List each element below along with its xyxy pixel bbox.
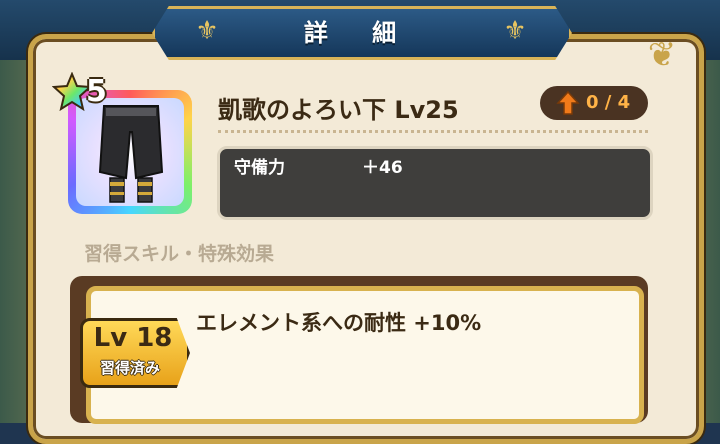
stat-value-defense: ＋46	[362, 158, 403, 178]
stat-label-defense: 守備力	[234, 158, 285, 178]
corner-ornament-icon: ❦	[647, 35, 677, 75]
item-name: 凱歌のよろい下 Lv25	[218, 96, 459, 124]
skill-effect-text: エレメント系への耐性 +10%	[196, 311, 482, 335]
upgrade-count-text: 0 / 4	[586, 92, 631, 113]
name-divider	[218, 130, 648, 133]
up-arrow-icon	[556, 90, 580, 115]
skill-level-text: Lv 18	[93, 323, 173, 353]
skill-status-text: 習得済み	[99, 359, 160, 377]
rarity-number: 5	[86, 74, 107, 109]
skills-section-label: 習得スキル・特殊効果	[84, 243, 275, 265]
page-title: 詳 細	[303, 19, 415, 47]
armor-leggings-icon	[98, 105, 164, 203]
